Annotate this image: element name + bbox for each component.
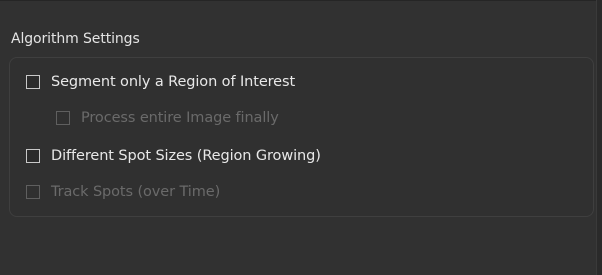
segment-roi-label: Segment only a Region of Interest: [51, 74, 296, 90]
process-entire-checkbox: [56, 111, 70, 125]
process-entire-label: Process entire Image finally: [81, 110, 279, 126]
group-title: Algorithm Settings: [11, 31, 140, 47]
different-spot-sizes-checkbox[interactable]: [26, 149, 40, 163]
track-spots-checkbox: [26, 185, 40, 199]
segment-roi-checkbox[interactable]: [26, 75, 40, 89]
segment-roi-option[interactable]: Segment only a Region of Interest: [26, 72, 295, 92]
track-spots-label: Track Spots (over Time): [51, 184, 221, 200]
process-entire-option: Process entire Image finally: [56, 108, 279, 128]
track-spots-option: Track Spots (over Time): [26, 182, 220, 202]
right-scrollbar-edge: [596, 0, 602, 275]
algorithm-settings-panel: Algorithm Settings Segment only a Region…: [0, 0, 602, 275]
different-spot-sizes-option[interactable]: Different Spot Sizes (Region Growing): [26, 146, 321, 166]
top-border: [0, 0, 602, 1]
different-spot-sizes-label: Different Spot Sizes (Region Growing): [51, 148, 321, 164]
